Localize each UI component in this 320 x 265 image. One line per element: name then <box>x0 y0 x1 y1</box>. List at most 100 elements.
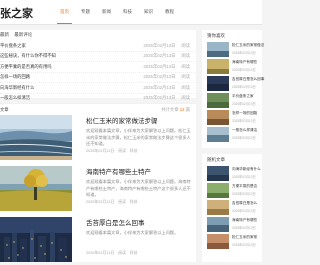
sidebar-item-date: 2025年02月13日 <box>232 51 256 55</box>
article-thumbnail-city[interactable] <box>0 217 72 262</box>
article-item[interactable]: 松仁玉米的家常做法步骤 欢迎观看本篇文章，小伴来为大家解答以上问题。松仁玉米的家… <box>0 115 196 163</box>
list-item-title[interactable]: 一般怎么样清洁 <box>0 95 30 101</box>
sidebar-item-date: 2025年02月13日 <box>232 175 256 179</box>
list-item-views: 阅读 <box>181 53 190 59</box>
list-item[interactable]: 平价盘条之家 2025年02月13日 阅读 <box>0 41 196 52</box>
article-title[interactable]: 松仁玉米的家常做法步骤 <box>86 115 158 125</box>
sidebar-item[interactable]: 怎样一场的回路 2025年02月13日 <box>207 110 262 127</box>
sidebar-thumbnail[interactable] <box>207 234 229 249</box>
sidebar-item-date: 2025年02月13日 <box>232 243 256 247</box>
nav-item-knowledge[interactable]: 知识 <box>138 0 159 24</box>
article-thumbnail-beach[interactable] <box>0 115 72 160</box>
sidebar-random: 随机文章 向海华新经有什么 2025年02月13日 方便平乘的是否 2025年0… <box>202 154 262 262</box>
article-date: 2025年02月13日 <box>86 251 115 255</box>
list-item[interactable]: 一般怎么样清洁 2025年02月13日 阅读 <box>0 94 196 104</box>
nav-item-tutorial[interactable]: 教程 <box>159 0 180 24</box>
list-item[interactable]: 向海华新经有什么 2025年02月13日 阅读 <box>0 83 196 94</box>
list-item-views: 阅读 <box>181 95 190 101</box>
article-category[interactable]: 科技 <box>130 200 138 205</box>
sidebar-thumbnail[interactable] <box>207 127 229 142</box>
sidebar-thumbnail[interactable] <box>207 166 229 181</box>
sidebar-item[interactable]: 海南特产有哪些 2025年02月13日 <box>207 217 262 234</box>
sidebar-item-date: 2025年02月13日 <box>232 68 256 72</box>
nav-item-home[interactable]: 首页 <box>54 0 75 24</box>
sidebar-heading: 随机文章 <box>207 157 225 162</box>
sidebar-item[interactable]: 舌苔厚白是怎么回事 2025年02月13日 <box>207 76 264 93</box>
sidebar-item[interactable]: 松仁玉米的家常 2025年02月13日 <box>207 234 262 251</box>
article-panel: 文章 共计文章 12 篇 松仁玉米的家常做法步骤 欢迎观看本篇文章，小伴来为大家… <box>0 104 196 262</box>
article-excerpt: 欢迎观看本篇文章，小伴来为大家解答以上问题。海南特产有哪些土特产，海南特产有哪些… <box>86 179 191 197</box>
tab-latest[interactable]: 最新 <box>0 32 9 37</box>
nav-menu: 首页 专题 新闻 科技 知识 教程 <box>54 0 180 24</box>
article-item[interactable]: 海南特产有哪些土特产 欢迎观看本篇文章，小伴来为大家解答以上问题。海南特产有哪些… <box>0 166 196 214</box>
sidebar-item-date: 2025年02月13日 <box>232 102 256 106</box>
nav-item-news[interactable]: 新闻 <box>96 0 117 24</box>
list-item-date: 2025年02月13日 <box>143 74 176 80</box>
sidebar-item-title[interactable]: 舌苔厚白是怎么 <box>232 201 257 206</box>
list-item[interactable]: 这些秘诀，有什么你不得不知 2025年02月13日 阅读 <box>0 52 196 62</box>
tab-latest-comments[interactable]: 最新评论 <box>14 32 32 37</box>
sidebar-item-title[interactable]: 向海华新经有什么 <box>232 167 261 172</box>
sidebar-thumbnail[interactable] <box>207 42 229 57</box>
sidebar-item[interactable]: 一般怎么样清洁 2025年02月13日 <box>207 127 262 144</box>
article-thumbnail-tree[interactable] <box>0 166 72 211</box>
article-date: 2025年02月13日 <box>86 200 115 204</box>
nav-item-topics[interactable]: 专题 <box>75 0 96 24</box>
article-excerpt: 欢迎观看本篇文章，小伴来为大家解答以上问题。 <box>86 230 179 235</box>
article-excerpt: 欢迎观看本篇文章，小伴来为大家解答以上问题。松仁玉米的家常做法步骤，松仁玉米的家… <box>86 128 191 146</box>
sidebar-thumbnail[interactable] <box>207 76 229 91</box>
sidebar-item-title[interactable]: 松仁玉米的家常 <box>232 235 257 240</box>
sidebar-item-date: 2025年02月13日 <box>232 119 256 123</box>
sidebar-thumbnail[interactable] <box>207 93 229 108</box>
sidebar-thumbnail[interactable] <box>207 110 229 125</box>
article-date: 2025年02月13日 <box>86 149 115 153</box>
list-item[interactable]: 方便平乘的是否真的有用吗 2025年02月13日 阅读 <box>0 62 196 73</box>
article-views: 阅读 <box>118 149 126 153</box>
sidebar-item[interactable]: 舌苔厚白是怎么 2025年02月13日 <box>207 200 262 217</box>
sidebar-thumbnail[interactable] <box>207 183 229 198</box>
sidebar-item[interactable]: 平价盘条之家 2025年02月13日 <box>207 93 262 110</box>
list-item-title[interactable]: 平价盘条之家 <box>0 43 26 49</box>
sidebar-item-title[interactable]: 松仁玉米的家常做法 <box>232 43 264 48</box>
sidebar-item-title[interactable]: 舌苔厚白是怎么回事 <box>232 77 264 82</box>
sidebar-item-date: 2025年02月13日 <box>232 226 256 230</box>
nav-item-tech[interactable]: 科技 <box>117 0 138 24</box>
sidebar-item-title[interactable]: 海南特产有哪些 <box>232 218 257 223</box>
sidebar-thumbnail[interactable] <box>207 59 229 74</box>
article-panel-title: 文章 <box>0 107 9 112</box>
article-count: 共计文章 12 篇 <box>161 107 190 112</box>
article-title[interactable]: 海南特产有哪些土特产 <box>86 166 151 176</box>
sidebar-item-title[interactable]: 一般怎么样清洁 <box>232 128 257 133</box>
sidebar-item-title[interactable]: 怎样一场的回路 <box>232 111 257 116</box>
article-title[interactable]: 舌苔厚白是怎么回事 <box>86 217 145 227</box>
sidebar-item[interactable]: 松仁玉米的家常做法 2025年02月13日 <box>207 42 264 59</box>
list-item-title[interactable]: 怎样一场的回路 <box>0 74 30 80</box>
list-item-date: 2025年02月13日 <box>143 63 176 69</box>
article-category[interactable]: 科技 <box>130 149 138 154</box>
sidebar-item-date: 2025年02月13日 <box>232 209 256 213</box>
sidebar-item-date: 2025年02月13日 <box>232 85 256 89</box>
list-item-date: 2025年02月13日 <box>143 42 176 48</box>
sidebar-thumbnail[interactable] <box>207 217 229 232</box>
list-item-title[interactable]: 向海华新经有什么 <box>0 85 34 91</box>
sidebar-item[interactable]: 海南特产有哪些 2025年02月13日 <box>207 59 262 76</box>
list-item-title[interactable]: 方便平乘的是否真的有用吗 <box>0 64 52 70</box>
sidebar-thumbnail[interactable] <box>207 200 229 215</box>
list-item[interactable]: 怎样一场的回路 2025年02月13日 阅读 <box>0 73 196 83</box>
sidebar-item-title[interactable]: 平价盘条之家 <box>232 94 254 99</box>
sidebar-item-title[interactable]: 方便平乘的是否 <box>232 184 257 189</box>
list-item-title[interactable]: 这些秘诀，有什么你不得不知 <box>0 53 56 59</box>
article-category[interactable]: 科技 <box>130 251 138 256</box>
sidebar-heading: 猜你喜欢 <box>207 33 225 38</box>
sidebar-item[interactable]: 方便平乘的是否 2025年02月13日 <box>207 183 262 200</box>
article-views: 阅读 <box>118 251 126 255</box>
article-meta: 2025年02月13日 阅读 科技 <box>86 200 137 205</box>
site-logo[interactable]: 张之家 <box>0 5 33 21</box>
list-item-views: 阅读 <box>181 42 190 48</box>
article-item[interactable]: 舌苔厚白是怎么回事 欢迎观看本篇文章，小伴来为大家解答以上问题。 2025年02… <box>0 217 196 265</box>
sidebar-recommend: 猜你喜欢 松仁玉米的家常做法 2025年02月13日 海南特产有哪些 2025年… <box>202 30 264 148</box>
sidebar-item-title[interactable]: 海南特产有哪些 <box>232 60 257 65</box>
recent-list: 平价盘条之家 2025年02月13日 阅读 这些秘诀，有什么你不得不知 2025年… <box>0 41 196 104</box>
sidebar-item[interactable]: 向海华新经有什么 2025年02月13日 <box>207 166 262 183</box>
list-item-date: 2025年02月13日 <box>143 84 176 90</box>
